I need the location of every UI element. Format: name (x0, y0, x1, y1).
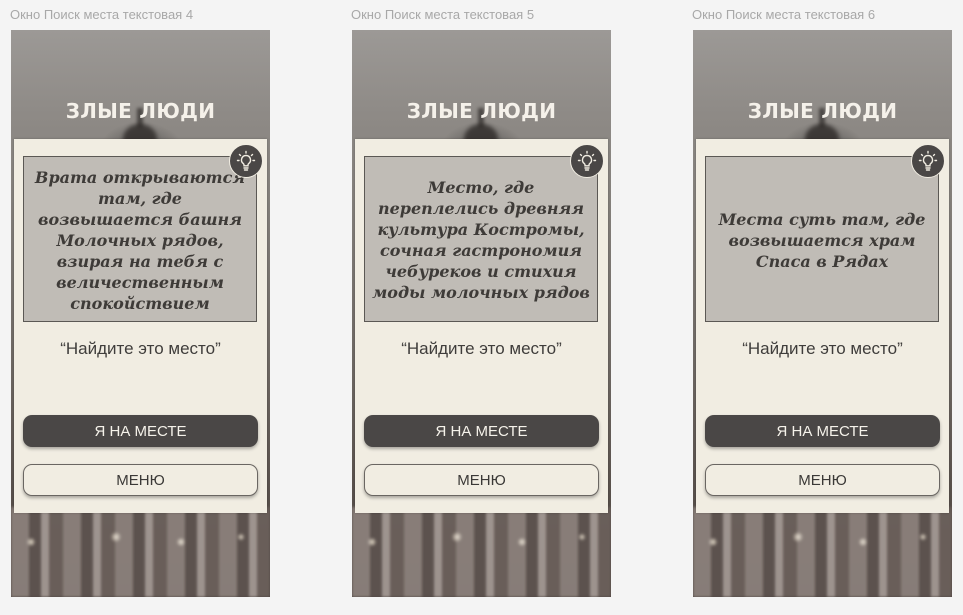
phone-screen: ЗЛЫЕ ЛЮДИ Врата открываются там, где воз… (11, 30, 270, 597)
lightbulb-icon (577, 150, 597, 171)
frame-label: Окно Поиск места текстовая 5 (351, 7, 535, 22)
background-city-image (693, 507, 952, 597)
frame-1: Окно Поиск места текстовая 4 ЗЛЫЕ ЛЮДИ В… (10, 0, 272, 615)
app-title: ЗЛЫЕ ЛЮДИ (65, 99, 216, 123)
hint-button[interactable] (570, 144, 604, 178)
lightbulb-icon (236, 150, 256, 171)
phone-screen: ЗЛЫЕ ЛЮДИ Места суть там, где возвышаетс… (693, 30, 952, 597)
im-here-button[interactable]: Я НА МЕСТЕ (364, 415, 599, 447)
im-here-button[interactable]: Я НА МЕСТЕ (23, 415, 258, 447)
background-city-image (11, 507, 270, 597)
quest-card: Места суть там, где возвышается храм Спа… (696, 139, 949, 513)
quest-card: Врата открываются там, где возвышается б… (14, 139, 267, 513)
find-place-prompt: “Найдите это место” (742, 339, 903, 358)
menu-button[interactable]: МЕНЮ (364, 464, 599, 496)
riddle-box: Врата открываются там, где возвышается б… (23, 156, 257, 322)
riddle-box: Места суть там, где возвышается храм Спа… (705, 156, 939, 322)
background-city-image (352, 507, 611, 597)
lightbulb-icon (918, 150, 938, 171)
riddle-text: Врата открываются там, где возвышается б… (34, 167, 246, 313)
hint-button[interactable] (911, 144, 945, 178)
app-title: ЗЛЫЕ ЛЮДИ (406, 99, 557, 123)
frame-label: Окно Поиск места текстовая 6 (692, 7, 876, 22)
frame-2: Окно Поиск места текстовая 5 ЗЛЫЕ ЛЮДИ М… (351, 0, 613, 615)
menu-button[interactable]: МЕНЮ (23, 464, 258, 496)
im-here-button[interactable]: Я НА МЕСТЕ (705, 415, 940, 447)
find-place-prompt: “Найдите это место” (401, 339, 562, 358)
app-title: ЗЛЫЕ ЛЮДИ (747, 99, 898, 123)
riddle-box: Место, где переплелись древняя культура … (364, 156, 598, 322)
phone-screen: ЗЛЫЕ ЛЮДИ Место, где переплелись древняя… (352, 30, 611, 597)
quest-card: Место, где переплелись древняя культура … (355, 139, 608, 513)
riddle-text: Места суть там, где возвышается храм Спа… (718, 209, 926, 271)
riddle-text: Место, где переплелись древняя культура … (372, 178, 590, 302)
frame-3: Окно Поиск места текстовая 6 ЗЛЫЕ ЛЮДИ М… (692, 0, 954, 615)
find-place-prompt: “Найдите это место” (60, 339, 221, 358)
hint-button[interactable] (229, 144, 263, 178)
frame-label: Окно Поиск места текстовая 4 (10, 7, 194, 22)
menu-button[interactable]: МЕНЮ (705, 464, 940, 496)
